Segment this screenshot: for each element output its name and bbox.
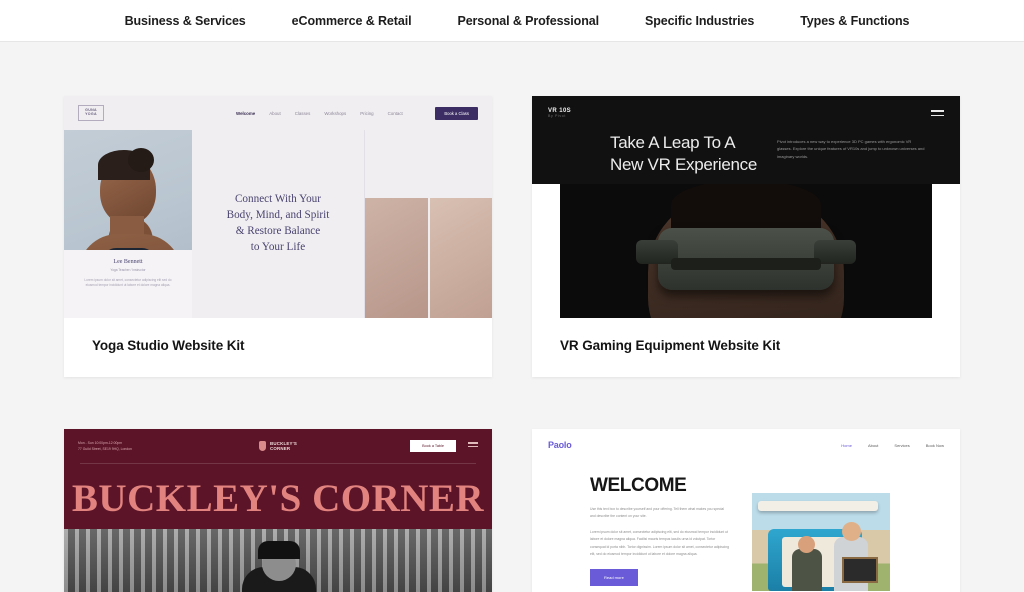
paolo-nav-about: About [867,442,879,448]
paolo-preview-header: Paolo Home About Services Book Now [532,429,960,461]
buckleys-logo-line1: BUCKLEY'S [270,440,297,446]
yoga-logo: GUNA YOGA [78,105,104,121]
yoga-instructor-bio: Lorem ipsum dolor sit amet, consectetur … [84,278,172,288]
hamburger-icon [931,110,944,119]
nav-item-business-services[interactable]: Business & Services [125,14,246,28]
yoga-nav-classes: Classes [294,110,311,116]
card-title-yoga: Yoga Studio Website Kit [92,338,245,353]
yoga-nav-about: About [269,110,281,116]
template-thumbnail-vr: VR 10S By Pivot Take A Leap To A New VR … [532,96,960,318]
template-thumbnail-paolo: Paolo Home About Services Book Now WELCO… [532,429,960,592]
template-thumbnail-buckleys: Mon - Sun 10:00pm-12:00pm 77 Guild Stree… [64,429,492,592]
yoga-preview-header: GUNA YOGA Welcome About Classes Workshop… [64,96,492,130]
buckleys-logo: BUCKLEY'S CORNER [259,441,297,452]
yoga-headline-line1: Connect With Your [234,193,322,206]
nav-item-types-functions[interactable]: Types & Functions [800,14,909,28]
paolo-nav-home: Home [841,442,852,448]
vr-headline-line2: New VR Experience [610,155,758,175]
vr-logo: VR 10S By Pivot [548,108,944,118]
buckleys-hero-photo [64,529,492,592]
paolo-hero-photo [752,493,890,591]
paolo-nav-book-now: Book Now [925,442,944,448]
yoga-instructor-role: Yoga Teacher / Instructor [110,268,146,272]
vr-logo-subtitle: By Pivot [548,114,566,118]
paolo-body-text-1: Use this text box to describe yourself a… [590,507,725,519]
yoga-logo-line2: YOGA [85,112,97,116]
vr-preview-header: VR 10S By Pivot Take A Leap To A New VR … [532,96,960,184]
yoga-nav-welcome: Welcome [236,110,256,116]
template-thumbnail-yoga: GUNA YOGA Welcome About Classes Workshop… [64,96,492,318]
buckleys-hours-block: Mon - Sun 10:00pm-12:00pm 77 Guild Stree… [78,440,132,452]
paolo-body-text-2: Lorem ipsum dolor sit amet, consectetur … [590,530,730,556]
nav-item-personal-professional[interactable]: Personal & Professional [457,14,599,28]
yoga-instructor-name: Lee Bennett [113,259,143,265]
yoga-instructor-card: Lee Bennett Yoga Teacher / Instructor Lo… [64,250,192,318]
paolo-logo: Paolo [548,440,572,450]
template-card-yoga[interactable]: GUNA YOGA Welcome About Classes Workshop… [64,96,492,377]
yoga-headline-line3: & Restore Balance [235,225,321,237]
buckleys-logo-line2: CORNER [270,446,291,451]
buckleys-address: 77 Guild Street, SE19 9HQ, London [78,447,132,451]
paolo-preview-nav: Home About Services Book Now [841,443,944,448]
template-card-vr[interactable]: VR 10S By Pivot Take A Leap To A New VR … [532,96,960,377]
yoga-hero-text: Connect With Your Body, Mind, and Spirit… [64,130,364,318]
yoga-headline-line2: Body, Mind, and Spirit [226,209,330,222]
template-card-paolo[interactable]: Paolo Home About Services Book Now WELCO… [532,429,960,592]
category-nav-bar: Business & Services eCommerce & Retail P… [0,0,1024,42]
nav-item-specific-industries[interactable]: Specific Industries [645,14,754,28]
paolo-nav-services: Services [894,442,910,448]
nav-item-ecommerce-retail[interactable]: eCommerce & Retail [292,14,412,28]
vr-hero-photo [532,184,960,318]
divider [80,463,476,464]
template-card-buckleys[interactable]: Mon - Sun 10:00pm-12:00pm 77 Guild Stree… [64,429,492,592]
hamburger-icon [468,442,478,449]
vr-headline-line1: Take A Leap To A [610,133,736,152]
cocktail-glass-icon [259,441,266,451]
yoga-nav-contact: Contact [387,110,403,116]
paolo-read-more-button: Read more [590,568,638,586]
card-title-vr: VR Gaming Equipment Website Kit [560,338,781,353]
yoga-gallery-photos [364,130,492,318]
vr-body-text: Pivot introduces a new way to experience… [777,139,925,159]
yoga-nav-workshops: Workshops [324,110,347,116]
buckleys-preview-header: Mon - Sun 10:00pm-12:00pm 77 Guild Stree… [64,429,492,463]
yoga-nav-pricing: Pricing [360,110,374,116]
buckleys-book-a-table-button: Book a Table [410,440,456,452]
template-grid: GUNA YOGA Welcome About Classes Workshop… [0,42,1024,592]
paolo-headline: WELCOME [590,475,687,496]
yoga-preview-nav: Welcome About Classes Workshops Pricing … [236,111,403,116]
yoga-book-a-class-button: Book a Class [435,106,478,120]
yoga-headline-line4: to Your Life [250,240,306,253]
buckleys-headline: BUCKLEY'S CORNER [71,477,485,520]
